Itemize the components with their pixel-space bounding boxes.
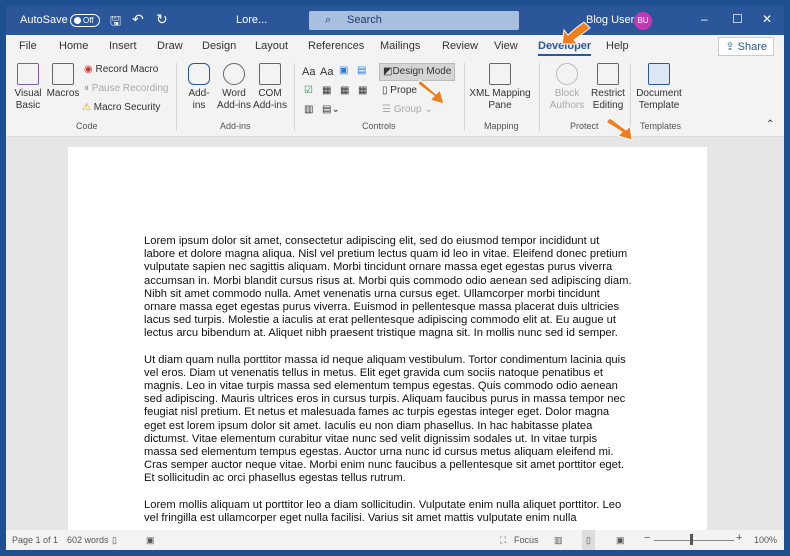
arrow-restrict-editing-icon [605,117,633,141]
arrow-developer-icon [561,21,591,45]
annotation-arrows [417,21,633,141]
arrow-design-mode-icon [417,79,445,105]
